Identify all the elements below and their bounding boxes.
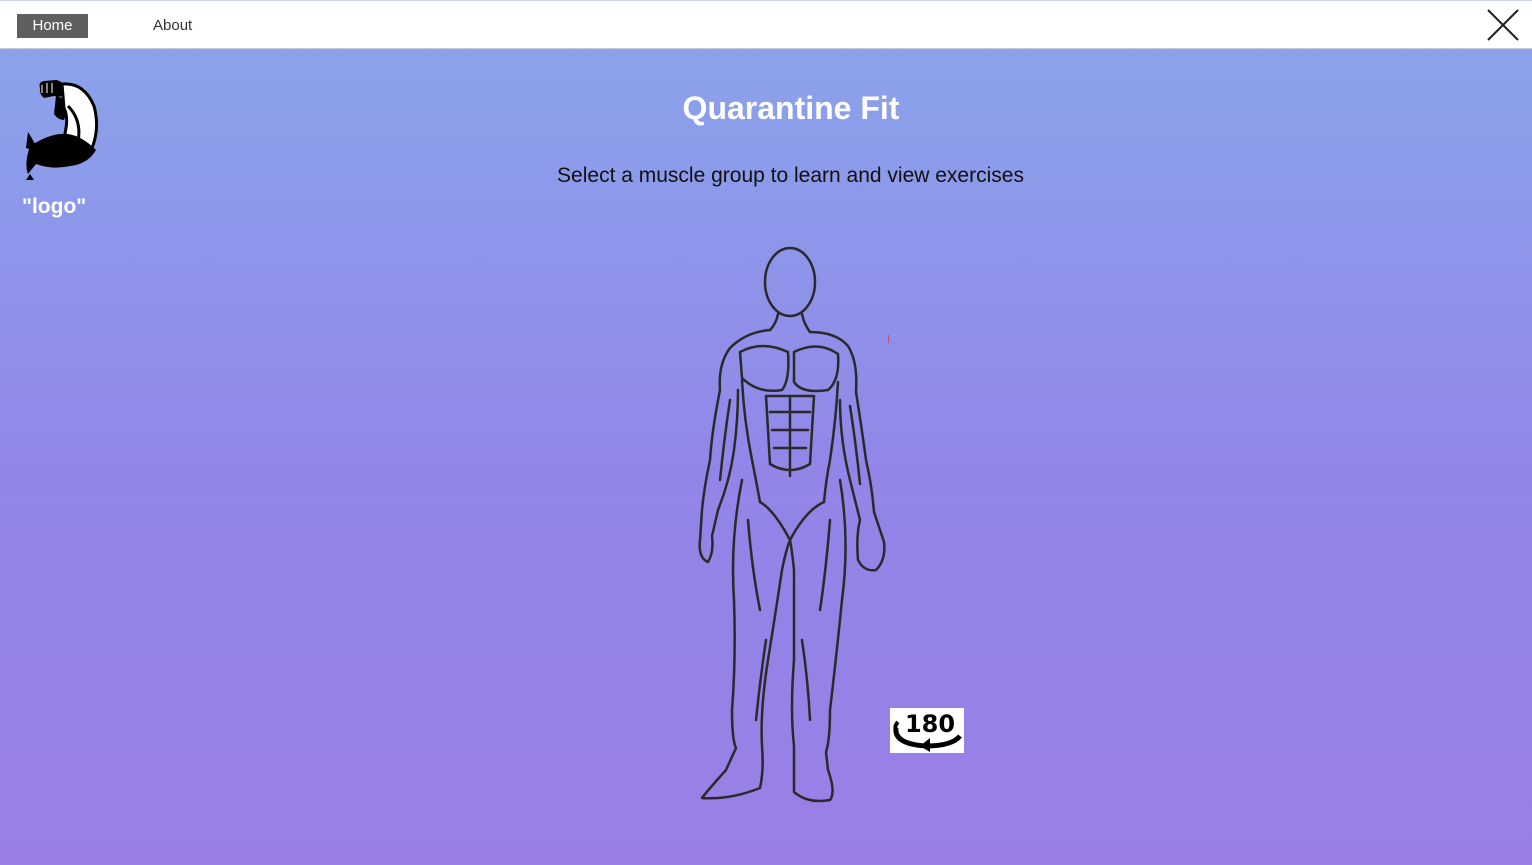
chest-muscle — [792, 345, 840, 393]
svg-text:180: 180 — [905, 710, 955, 738]
chest-muscle — [738, 344, 790, 392]
rotate-180-icon[interactable]: 180 — [890, 708, 964, 753]
page-title: Quarantine Fit — [682, 90, 900, 126]
close-icon[interactable] — [1486, 8, 1520, 42]
page-subtitle: Select a muscle group to learn and view … — [557, 164, 1024, 187]
stray-mark — [888, 335, 889, 343]
head — [763, 246, 817, 318]
top-nav-bar: Home About — [0, 0, 1532, 49]
nav-about-link[interactable]: About — [153, 14, 192, 38]
nav-home-button[interactable]: Home — [17, 14, 88, 38]
left-arm — [698, 388, 740, 564]
left-leg — [700, 478, 792, 800]
muscle-body-figure[interactable] — [690, 240, 895, 810]
logo-label: "logo" — [22, 195, 87, 218]
